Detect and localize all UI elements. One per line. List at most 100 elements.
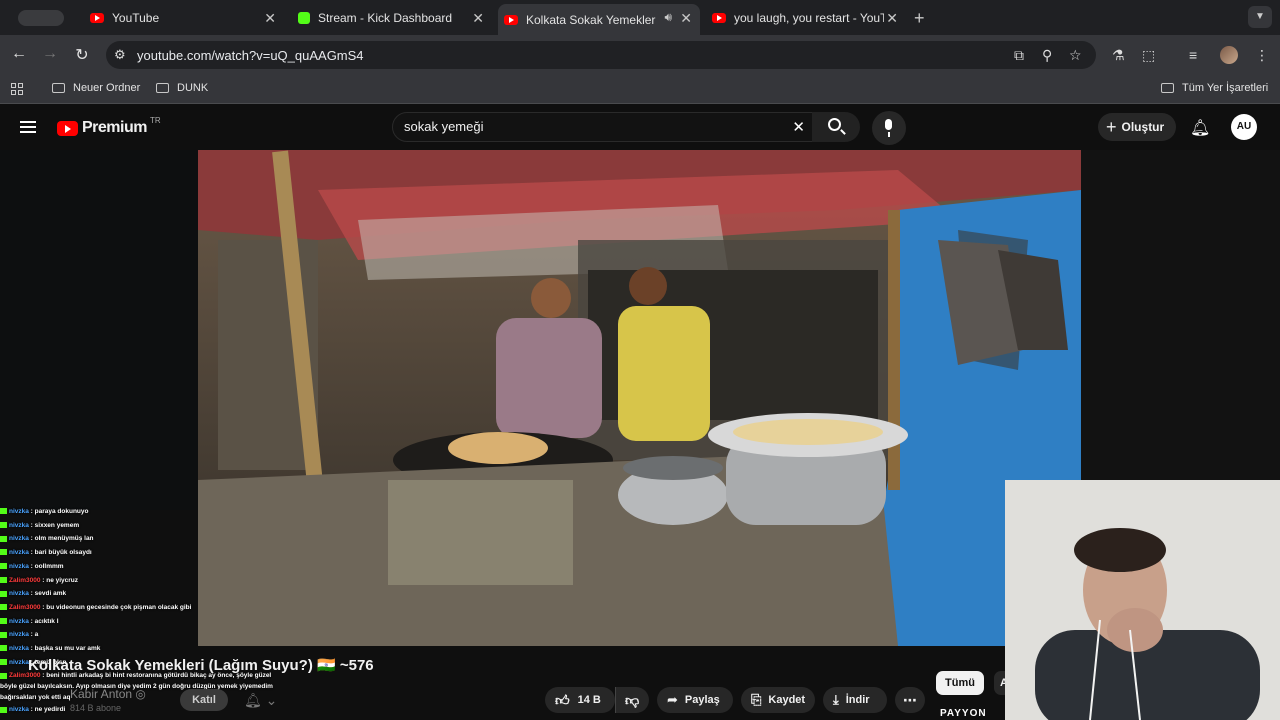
all-bookmarks[interactable]: Tüm Yer İşaretleri xyxy=(1161,82,1268,94)
browser-toolbar: ← → ↻ ⚙ youtube.com/watch?v=uQ_quAAGmS4 … xyxy=(0,35,1280,75)
chat-text: acıktık l xyxy=(34,617,59,625)
bookmark-star-icon[interactable]: ☆ xyxy=(1069,47,1082,64)
dislike-button[interactable]: 👎︎ xyxy=(615,687,649,713)
bookmark-folder-neuer-ordner[interactable]: Neuer Ordner xyxy=(52,82,140,94)
thumbs-down-icon: 👎︎ xyxy=(625,691,640,708)
download-button[interactable]: ⤓ İndir xyxy=(823,687,887,713)
search-button[interactable] xyxy=(812,112,860,142)
account-avatar[interactable]: AU xyxy=(1231,114,1257,140)
download-icon: ⤓ xyxy=(833,692,839,707)
kick-badge-icon xyxy=(0,706,7,713)
more-horizontal-icon: ⋯ xyxy=(903,691,917,708)
close-icon[interactable]: ✕ xyxy=(264,10,276,27)
video-title: Kolkata Sokak Yemekleri (Lağım Suyu?) 🇮🇳… xyxy=(28,657,374,674)
share-button[interactable]: ➦ Paylaş xyxy=(657,687,733,713)
chat-message: nivzka : sixxen yemem xyxy=(0,519,215,533)
stream-chat-overlay: nivzka : paraya dokunuyo nivzka : sixxen… xyxy=(0,505,273,717)
chat-message: nivzka : bari büyük olsaydı xyxy=(0,546,215,560)
like-button[interactable]: 👍︎ 14 B xyxy=(545,687,615,713)
join-button[interactable]: Katıl xyxy=(180,689,228,711)
chat-username: nivzka xyxy=(9,508,29,515)
kick-icon xyxy=(298,12,310,24)
kick-badge-icon xyxy=(0,563,7,570)
chat-text: oollmmm xyxy=(34,562,64,570)
tab-label: Stream - Kick Dashboard xyxy=(318,11,453,25)
tab-kick-dashboard[interactable]: Stream - Kick Dashboard ✕ xyxy=(292,4,492,32)
tab-search-chevron-icon[interactable]: ▼ xyxy=(1248,6,1272,28)
voice-search-icon[interactable] xyxy=(872,111,906,145)
translate-icon[interactable]: ⚗ xyxy=(1112,47,1125,64)
reload-icon[interactable]: ↻ xyxy=(72,45,92,65)
chat-username: nivzka xyxy=(9,645,29,653)
address-bar[interactable]: ⚙ youtube.com/watch?v=uQ_quAAGmS4 ⧉ ⚲ ☆ xyxy=(106,41,1096,69)
bookmark-folder-dunk[interactable]: DUNK xyxy=(156,82,208,94)
apps-grid-icon[interactable] xyxy=(11,83,23,95)
install-app-icon[interactable]: ⧉ xyxy=(1014,47,1024,64)
close-icon[interactable]: ✕ xyxy=(680,10,692,27)
close-icon[interactable]: ✕ xyxy=(472,10,484,27)
window-controls[interactable] xyxy=(18,10,64,26)
chat-username: nivzka xyxy=(9,617,29,625)
kick-badge-icon xyxy=(0,645,7,652)
thumbs-up-icon: 👍︎ xyxy=(555,691,570,708)
chat-username: nivzka xyxy=(9,562,29,570)
kick-badge-icon xyxy=(0,659,7,666)
youtube-premium-logo[interactable]: Premium TR xyxy=(57,116,161,137)
save-label: Kaydet xyxy=(768,694,806,706)
chat-text: bu videonun gecesinde çok pişman olacak … xyxy=(46,603,192,611)
more-menu-icon[interactable]: ⋮ xyxy=(1255,47,1269,64)
chat-username: nivzka xyxy=(9,549,29,557)
chip-all[interactable]: Tümü xyxy=(936,671,984,695)
chat-message: nivzka : oollmmm xyxy=(0,560,215,574)
reading-list-icon[interactable]: ≡ xyxy=(1189,47,1197,63)
clear-icon[interactable]: ✕ xyxy=(792,118,805,136)
chat-message: Zalim3000 : bu videonun gecesinde çok pi… xyxy=(0,601,215,615)
extensions-icon[interactable]: ⬚ xyxy=(1142,47,1155,64)
youtube-icon xyxy=(504,14,518,25)
logo-text: Premium xyxy=(82,119,147,136)
tab-youtube[interactable]: YouTube ✕ xyxy=(84,4,284,32)
youtube-icon xyxy=(712,13,726,23)
create-button[interactable]: + Oluştur xyxy=(1098,113,1176,141)
chat-username: nivzka xyxy=(9,535,29,543)
chat-text: sevdi amk xyxy=(34,590,67,598)
kick-badge-icon xyxy=(0,604,7,611)
save-button[interactable]: ⎘ Kaydet xyxy=(741,687,815,713)
tab-kolkata-video[interactable]: Kolkata Sokak Yemekleri ( 🔊︎ ✕ xyxy=(498,4,700,35)
search-icon xyxy=(828,118,841,131)
channel-name[interactable]: Kabir Anton ◎ xyxy=(70,687,146,701)
download-label: İndir xyxy=(845,694,870,706)
site-settings-icon[interactable]: ⚙ xyxy=(114,47,126,63)
notifications-bell-icon[interactable]: 🔔︎ xyxy=(1190,118,1210,138)
back-arrow-icon[interactable]: ← xyxy=(9,45,29,63)
subscription-bell-icon[interactable]: 🔔︎ ⌄ xyxy=(244,692,277,709)
more-actions-button[interactable]: ⋯ xyxy=(895,687,925,713)
ambient-left xyxy=(0,150,198,510)
menu-icon[interactable] xyxy=(20,121,36,133)
bookmarks-bar: Neuer Ordner DUNK Tüm Yer İşaretleri xyxy=(0,75,1280,104)
new-tab-icon[interactable]: + xyxy=(914,8,925,29)
chat-username: nivzka xyxy=(9,706,29,714)
like-count: 14 B xyxy=(577,694,601,706)
search-input[interactable] xyxy=(404,119,784,134)
youtube-play-icon xyxy=(57,120,78,136)
url-text: youtube.com/watch?v=uQ_quAAGmS4 xyxy=(137,48,364,63)
tab-you-laugh[interactable]: you laugh, you restart - YouTu ✕ xyxy=(706,4,906,32)
search-box[interactable]: ✕ xyxy=(392,112,816,142)
speaker-icon[interactable]: 🔊︎ xyxy=(664,10,672,25)
kick-badge-icon xyxy=(0,631,7,638)
chat-username: nivzka xyxy=(9,521,29,529)
chat-username: Zalim3000 xyxy=(9,576,41,584)
subscriber-count: 814 B abone xyxy=(70,703,122,713)
zoom-icon[interactable]: ⚲ xyxy=(1042,47,1052,64)
forward-arrow-icon[interactable]: → xyxy=(40,45,60,63)
chat-username: nivzka xyxy=(9,658,29,666)
video-player[interactable] xyxy=(198,150,1081,646)
close-icon[interactable]: ✕ xyxy=(886,10,898,27)
bookmark-label: Neuer Ordner xyxy=(73,82,141,94)
kick-badge-icon xyxy=(0,617,7,624)
chat-message: nivzka : sevdi amk xyxy=(0,587,215,601)
share-label: Paylaş xyxy=(684,694,720,706)
profile-avatar[interactable] xyxy=(1220,46,1238,64)
chat-message: nivzka : paraya dokunuyo xyxy=(0,505,215,519)
